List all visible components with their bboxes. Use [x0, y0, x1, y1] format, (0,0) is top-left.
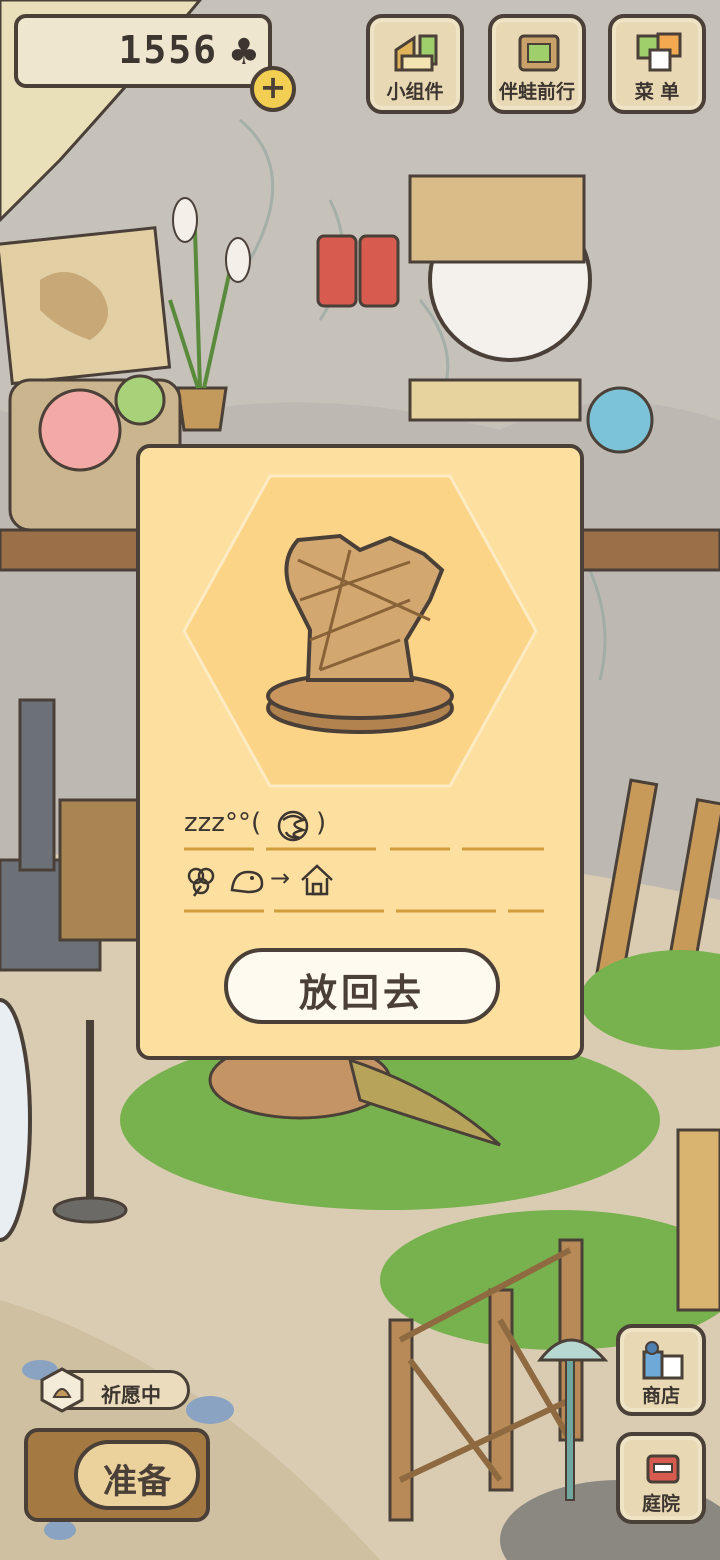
dash-line: [184, 847, 544, 851]
prepare-button-plate: 准备: [74, 1440, 200, 1510]
shop-button[interactable]: 商店: [616, 1324, 706, 1416]
item-hexagon: [182, 474, 538, 788]
menu-icon: [636, 32, 682, 72]
dash-line: [184, 909, 544, 913]
garden-label: 庭院: [641, 1493, 680, 1515]
prepare-button[interactable]: 准备: [24, 1428, 210, 1522]
route-arrow: →: [270, 864, 291, 892]
shop-label: 商店: [641, 1385, 680, 1407]
prepare-label: 准备: [103, 1462, 171, 1502]
put-back-label: 放回去: [298, 971, 425, 1015]
menu-label: 菜 单: [634, 81, 680, 103]
sleep-close: ): [316, 808, 327, 838]
scribble-icon: [277, 810, 309, 842]
frog-journey-icon: [518, 34, 560, 72]
clover-outline-icon: [187, 867, 215, 897]
frog-journey-button[interactable]: 伴蛙前行: [488, 14, 586, 114]
widget-icon: [394, 34, 438, 72]
item-dialog: zzz°°( ) → 放回去: [136, 444, 584, 1060]
garden-mailbox-icon: [646, 1454, 680, 1484]
praying-label: 祈愿中: [101, 1383, 161, 1407]
menu-button[interactable]: 菜 单: [608, 14, 706, 114]
clover-counter: 1556 ♣: [14, 14, 272, 88]
route-row: →: [184, 862, 544, 913]
frog-outline-icon: [230, 870, 264, 894]
sleep-status-row: zzz°°( ): [184, 804, 544, 854]
widget-label: 小组件: [386, 81, 444, 103]
put-back-button[interactable]: 放回去: [224, 948, 500, 1024]
clover-count: 1556: [118, 28, 218, 72]
house-outline-icon: [301, 864, 333, 896]
widget-button[interactable]: 小组件: [366, 14, 464, 114]
garden-button[interactable]: 庭院: [616, 1432, 706, 1524]
praying-status[interactable]: 祈愿中: [40, 1367, 190, 1413]
sleep-text: zzz°°(: [184, 808, 262, 838]
shop-bag-icon: [642, 1341, 684, 1380]
frog-statue-hex-icon: [40, 1367, 84, 1413]
frog-journey-label: 伴蛙前行: [498, 81, 575, 103]
add-clover-button[interactable]: +: [250, 66, 296, 112]
clover-icon: ♣: [227, 32, 260, 73]
